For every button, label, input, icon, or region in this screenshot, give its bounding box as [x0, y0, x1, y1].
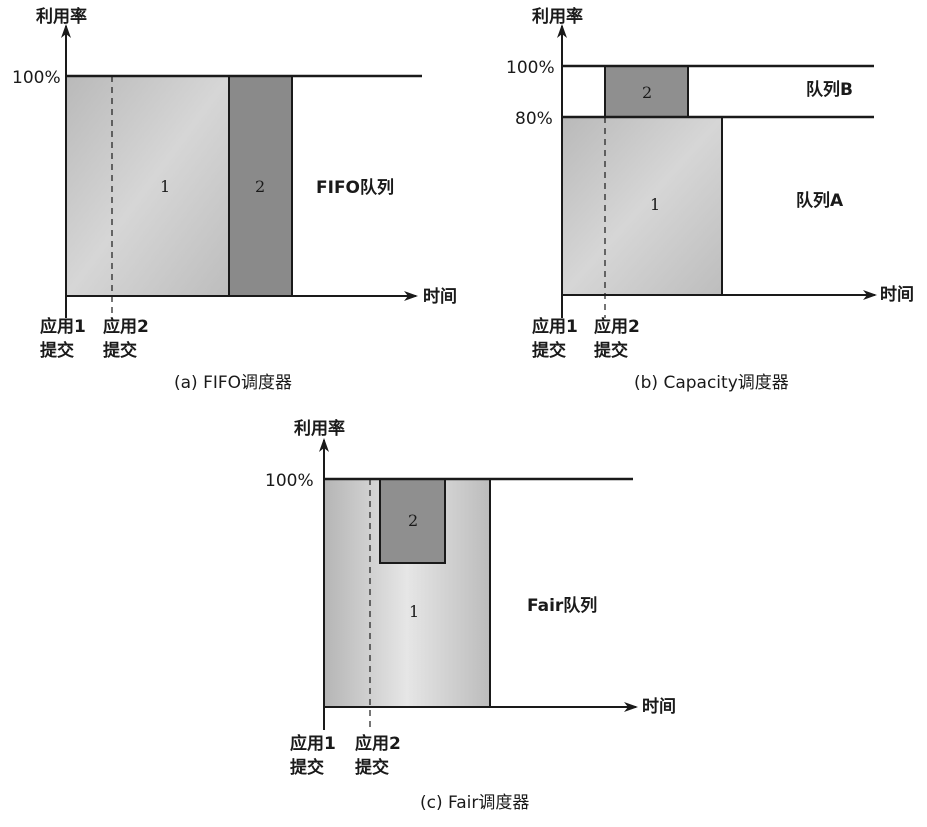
fifo-app1-label: 应用1 — [40, 316, 86, 337]
fifo-job2-label: 2 — [255, 177, 265, 196]
fair-app1-label: 应用1 — [290, 733, 336, 754]
capacity-app1-sub: 提交 — [532, 340, 566, 361]
fair-app2-sub: 提交 — [355, 757, 389, 778]
fifo-job1-block — [65, 75, 230, 297]
capacity-app2-sub: 提交 — [594, 340, 628, 361]
fifo-app2-sub: 提交 — [103, 340, 137, 361]
capacity-y-label: 利用率 — [532, 6, 583, 27]
fair-y-label: 利用率 — [294, 418, 345, 439]
fifo-x-label: 时间 — [423, 286, 457, 307]
fair-queue-label: Fair队列 — [527, 595, 597, 616]
fifo-y-label: 利用率 — [36, 6, 87, 27]
panel-fair: 利用率 100% 时间 1 2 Fair队列 应用1 提交 应用2 提交 (c)… — [265, 418, 676, 813]
panel-capacity: 利用率 100% 80% 时间 1 2 队列B 队列A 应用1 提交 应用2 提… — [506, 6, 914, 393]
panel-fifo: 利用率 100% 时间 1 2 FIFO队列 应用1 提交 应用2 提交 (a)… — [12, 6, 457, 393]
fair-app2-label: 应用2 — [355, 733, 401, 754]
fifo-app2-label: 应用2 — [103, 316, 149, 337]
fifo-job1-label: 1 — [160, 177, 170, 196]
capacity-x-label: 时间 — [880, 284, 914, 305]
capacity-80-label: 80% — [515, 109, 553, 129]
fair-job1-label: 1 — [409, 602, 419, 621]
capacity-100-label: 100% — [506, 58, 555, 78]
fifo-100-label: 100% — [12, 68, 61, 88]
capacity-job1-block — [561, 116, 723, 296]
fair-caption: (c) Fair调度器 — [420, 793, 529, 813]
capacity-job2-label: 2 — [642, 83, 652, 102]
fifo-app1-sub: 提交 — [40, 340, 74, 361]
fifo-caption: (a) FIFO调度器 — [174, 373, 292, 393]
scheduler-comparison-diagram: 利用率 100% 时间 1 2 FIFO队列 应用1 提交 应用2 提交 (a)… — [12, 6, 914, 813]
capacity-app2-label: 应用2 — [594, 316, 640, 337]
fair-x-label: 时间 — [642, 696, 676, 717]
fair-100-label: 100% — [265, 471, 314, 491]
fifo-queue-label: FIFO队列 — [316, 177, 394, 198]
capacity-app1-label: 应用1 — [532, 316, 578, 337]
capacity-queue-a-label: 队列A — [796, 190, 844, 211]
capacity-job1-label: 1 — [650, 195, 660, 214]
capacity-queue-b-label: 队列B — [806, 79, 853, 100]
fair-app1-sub: 提交 — [290, 757, 324, 778]
capacity-caption: (b) Capacity调度器 — [634, 373, 789, 393]
fair-job2-label: 2 — [408, 511, 418, 530]
